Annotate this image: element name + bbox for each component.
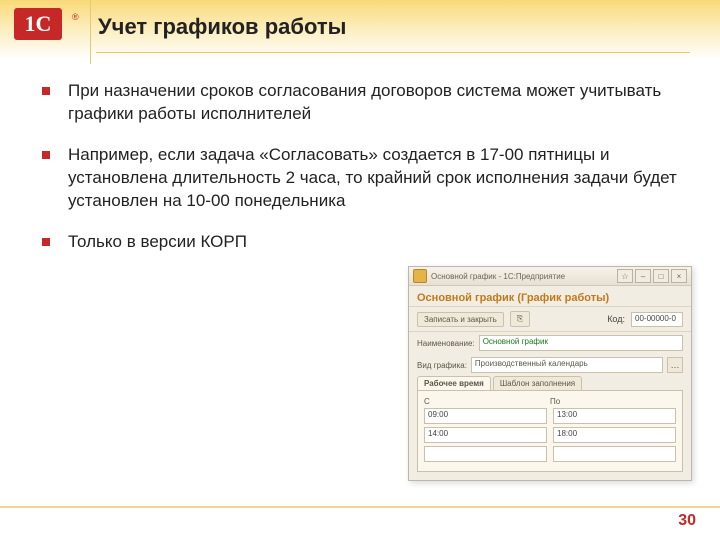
time-to-input[interactable] [553, 446, 676, 462]
vertical-rule [90, 0, 91, 64]
table-row: 09:00 13:00 [424, 408, 676, 424]
maximize-button[interactable]: □ [653, 269, 669, 283]
footer-rule [0, 506, 720, 508]
titlebar[interactable]: Основной график - 1С:Предприятие ☆ – □ × [409, 267, 691, 286]
title-rule [96, 52, 690, 53]
minimize-button[interactable]: – [635, 269, 651, 283]
time-from-input[interactable]: 09:00 [424, 408, 547, 424]
code-label: Код: [607, 314, 625, 324]
toolbar: Записать и закрыть ⎘ Код: 00-00000-0 [409, 306, 691, 332]
code-field[interactable]: 00-00000-0 [631, 312, 683, 327]
time-from-input[interactable]: 14:00 [424, 427, 547, 443]
slide: 1C ® Учет графиков работы При назначении… [0, 0, 720, 540]
lookup-button[interactable]: … [667, 357, 683, 373]
page-number: 30 [678, 512, 696, 530]
tab-pane: С По 09:00 13:00 14:00 18:00 [417, 390, 683, 472]
app-icon [413, 269, 427, 283]
bullet-text: При назначении сроков согласования догов… [68, 80, 690, 126]
time-to-input[interactable]: 13:00 [553, 408, 676, 424]
form-title: Основной график (График работы) [409, 286, 691, 306]
tab-work-time[interactable]: Рабочее время [417, 376, 491, 390]
vid-input[interactable]: Производственный календарь [471, 357, 663, 373]
table-row [424, 446, 676, 462]
table-row: 14:00 18:00 [424, 427, 676, 443]
slide-title: Учет графиков работы [98, 14, 680, 40]
save-button[interactable]: ⎘ [510, 311, 530, 327]
times-header: С По [424, 397, 676, 406]
content: При назначении сроков согласования догов… [42, 80, 690, 272]
list-item: Например, если задача «Согласовать» созд… [42, 144, 690, 213]
logo-mark: 1C [14, 8, 62, 40]
time-to-input[interactable]: 18:00 [553, 427, 676, 443]
name-row: Наименование: Основной график [409, 332, 691, 354]
list-item: Только в версии КОРП [42, 231, 690, 254]
close-button[interactable]: × [671, 269, 687, 283]
bullet-text: Например, если задача «Согласовать» созд… [68, 144, 690, 213]
window-controls: ☆ – □ × [617, 269, 687, 283]
col-from: С [424, 397, 550, 406]
bullet-icon [42, 87, 50, 95]
app-window: Основной график - 1С:Предприятие ☆ – □ ×… [408, 266, 692, 481]
logo: 1C ® [14, 8, 78, 56]
registered-icon: ® [72, 12, 79, 22]
tabs: Рабочее время Шаблон заполнения [409, 376, 691, 390]
list-item: При назначении сроков согласования догов… [42, 80, 690, 126]
name-input[interactable]: Основной график [479, 335, 683, 351]
vid-label: Вид графика: [417, 361, 467, 370]
col-to: По [550, 397, 676, 406]
tab-fill-template[interactable]: Шаблон заполнения [493, 376, 582, 390]
window-title: Основной график - 1С:Предприятие [431, 272, 617, 281]
vid-row: Вид графика: Производственный календарь … [409, 354, 691, 376]
star-button[interactable]: ☆ [617, 269, 633, 283]
bullet-icon [42, 151, 50, 159]
bullet-icon [42, 238, 50, 246]
bullet-list: При назначении сроков согласования догов… [42, 80, 690, 254]
save-close-button[interactable]: Записать и закрыть [417, 312, 504, 327]
bullet-text: Только в версии КОРП [68, 231, 247, 254]
name-label: Наименование: [417, 339, 475, 348]
time-from-input[interactable] [424, 446, 547, 462]
